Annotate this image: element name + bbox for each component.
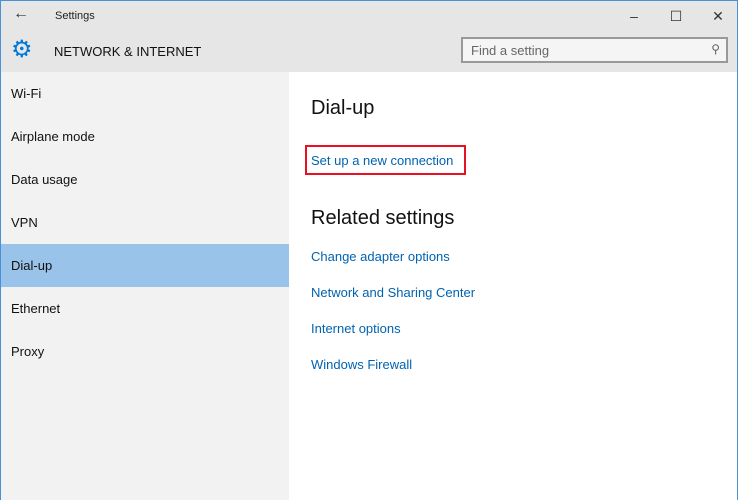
back-button[interactable]: ← [13,5,29,23]
windows-firewall-link[interactable]: Windows Firewall [311,357,412,372]
search-input[interactable] [463,39,693,61]
maximize-button[interactable]: ☐ [661,5,691,27]
gear-icon: ⚙ [11,36,33,63]
sidebar-item-dial-up[interactable]: Dial-up [1,244,289,287]
sidebar: Wi-Fi Airplane mode Data usage VPN Dial-… [1,72,289,500]
related-settings-heading: Related settings [311,207,455,229]
change-adapter-options-link[interactable]: Change adapter options [311,249,450,264]
title-bar: ← Settings – ☐ ✕ [1,1,737,31]
sidebar-item-wifi[interactable]: Wi-Fi [1,72,289,115]
sidebar-item-proxy[interactable]: Proxy [1,330,289,373]
settings-window: ← Settings – ☐ ✕ ⚙ NETWORK & INTERNET ⚲ … [0,0,738,500]
network-sharing-center-link[interactable]: Network and Sharing Center [311,285,475,300]
section-title: NETWORK & INTERNET [54,44,202,59]
header: ⚙ NETWORK & INTERNET ⚲ [1,31,737,71]
sidebar-item-ethernet[interactable]: Ethernet [1,287,289,330]
sidebar-item-vpn[interactable]: VPN [1,201,289,244]
setup-connection-link[interactable]: Set up a new connection [311,153,453,168]
main-content: Dial-up Set up a new connection Related … [289,72,737,500]
search-box[interactable]: ⚲ [461,37,728,63]
internet-options-link[interactable]: Internet options [311,321,401,336]
close-button[interactable]: ✕ [703,5,733,27]
sidebar-item-data-usage[interactable]: Data usage [1,158,289,201]
window-title: Settings [55,10,95,22]
sidebar-item-airplane-mode[interactable]: Airplane mode [1,115,289,158]
search-icon[interactable]: ⚲ [711,42,720,56]
page-title: Dial-up [311,97,375,119]
minimize-button[interactable]: – [619,5,649,27]
